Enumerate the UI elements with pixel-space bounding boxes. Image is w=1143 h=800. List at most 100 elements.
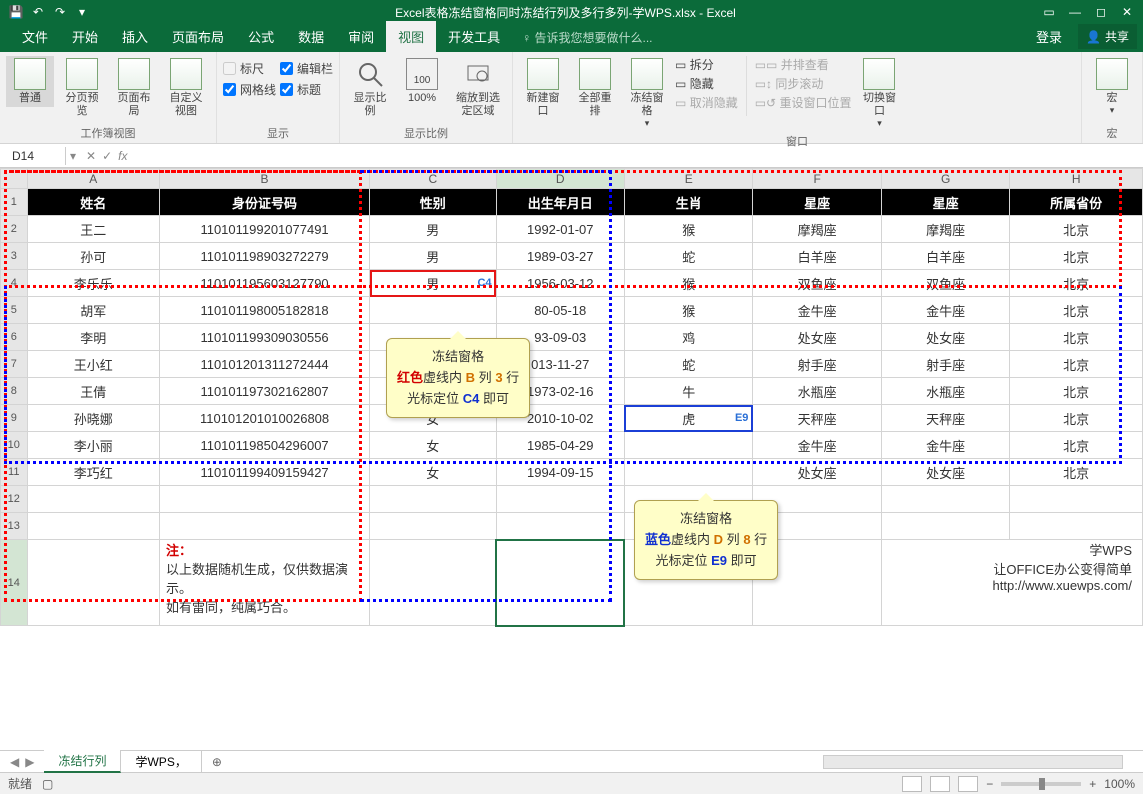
table-header-cell[interactable]: 出生年月日 — [496, 189, 624, 216]
page-layout-view-icon[interactable] — [930, 776, 950, 792]
page-layout-button[interactable]: 页面布局 — [110, 56, 158, 120]
freeze-panes-button[interactable]: 冻结窗格▾ — [623, 56, 671, 131]
cell[interactable]: 金牛座 — [881, 297, 1009, 324]
cell[interactable]: 注：以上数据随机生成，仅供数据演示。如有雷同，纯属巧合。 — [160, 540, 370, 626]
row-header[interactable]: 1 — [1, 189, 28, 216]
cell[interactable] — [881, 513, 1009, 540]
cell[interactable]: 1956-03-12 — [496, 270, 624, 297]
arrange-all-button[interactable]: 全部重排 — [571, 56, 619, 120]
cell[interactable]: 孙可 — [27, 243, 160, 270]
zoom-slider[interactable] — [1001, 782, 1081, 786]
col-header[interactable]: E — [624, 169, 752, 189]
zoom-out-icon[interactable]: − — [986, 777, 993, 791]
table-header-cell[interactable]: 星座 — [753, 189, 881, 216]
hide-button[interactable]: ▭ 隐藏 — [675, 75, 738, 92]
row-header[interactable]: 4 — [1, 270, 28, 297]
cell[interactable]: 110101199201077491 — [160, 216, 370, 243]
zoom-100-button[interactable]: 100100% — [398, 56, 446, 107]
sheet-nav-next-icon[interactable]: ▶ — [25, 755, 34, 769]
zoom-level[interactable]: 100% — [1104, 777, 1135, 791]
cell[interactable]: 北京 — [1010, 324, 1143, 351]
ribbon-options-icon[interactable]: ▭ — [1041, 5, 1057, 19]
cell[interactable]: 金牛座 — [753, 297, 881, 324]
h-scrollbar[interactable] — [823, 755, 1123, 769]
row-header[interactable]: 11 — [1, 459, 28, 486]
cell[interactable] — [27, 513, 160, 540]
sheet-nav-prev-icon[interactable]: ◀ — [10, 755, 19, 769]
ruler-checkbox[interactable]: 标尺 — [223, 60, 276, 77]
enter-icon[interactable]: ✓ — [102, 149, 112, 163]
cell[interactable]: 王二 — [27, 216, 160, 243]
col-header[interactable]: A — [27, 169, 160, 189]
share-button[interactable]: 👤共享 — [1078, 24, 1137, 49]
cell[interactable]: 110101198504296007 — [160, 432, 370, 459]
switch-windows-button[interactable]: 切换窗口▾ — [855, 56, 903, 131]
qat-customize-icon[interactable]: ▾ — [74, 4, 90, 20]
cell[interactable]: 金牛座 — [881, 432, 1009, 459]
row-header[interactable]: 13 — [1, 513, 28, 540]
row-header[interactable]: 5 — [1, 297, 28, 324]
normal-view-button[interactable]: 普通 — [6, 56, 54, 107]
row-header[interactable]: 3 — [1, 243, 28, 270]
fx-icon[interactable]: fx — [118, 149, 133, 163]
cell[interactable]: 110101198903272279 — [160, 243, 370, 270]
new-window-button[interactable]: 新建窗口 — [519, 56, 567, 120]
select-all-corner[interactable] — [1, 169, 28, 189]
redo-icon[interactable]: ↷ — [52, 4, 68, 20]
cell[interactable]: 处女座 — [753, 324, 881, 351]
cell[interactable]: 牛 — [624, 378, 752, 405]
cell[interactable]: 蛇 — [624, 243, 752, 270]
cell[interactable]: 白羊座 — [881, 243, 1009, 270]
cell[interactable]: 110101199309030556 — [160, 324, 370, 351]
headings-checkbox[interactable]: 标题 — [280, 81, 333, 98]
cell[interactable]: 王倩 — [27, 378, 160, 405]
close-icon[interactable]: ✕ — [1119, 5, 1135, 19]
cell[interactable]: 北京 — [1010, 216, 1143, 243]
zoom-button[interactable]: 显示比例 — [346, 56, 394, 120]
cell[interactable]: 学WPS让OFFICE办公变得简单http://www.xuewps.com/ — [881, 540, 1142, 626]
cell[interactable] — [27, 540, 160, 626]
cell[interactable]: 1989-03-27 — [496, 243, 624, 270]
cell[interactable]: 110101199409159427 — [160, 459, 370, 486]
row-header[interactable]: 14 — [1, 540, 28, 626]
cell[interactable]: 猴 — [624, 270, 752, 297]
cell[interactable]: 男C4 — [370, 270, 496, 297]
cell[interactable]: 110101197302162807 — [160, 378, 370, 405]
cell[interactable]: 猴 — [624, 297, 752, 324]
cell[interactable]: 蛇 — [624, 351, 752, 378]
sheet-tab[interactable]: 冻结行列 — [44, 750, 121, 773]
cell[interactable]: 110101201010026808 — [160, 405, 370, 432]
cell[interactable] — [370, 297, 496, 324]
cell[interactable]: 猴 — [624, 216, 752, 243]
cell[interactable] — [624, 432, 752, 459]
reset-window-button[interactable]: ▭↺ 重设窗口位置 — [755, 94, 852, 111]
cell[interactable]: 李乐乐 — [27, 270, 160, 297]
cell[interactable]: 李巧红 — [27, 459, 160, 486]
tab-layout[interactable]: 页面布局 — [160, 21, 236, 52]
tab-formulas[interactable]: 公式 — [236, 21, 286, 52]
cell[interactable]: 双鱼座 — [881, 270, 1009, 297]
cell[interactable] — [1010, 513, 1143, 540]
cell[interactable]: 白羊座 — [753, 243, 881, 270]
cell[interactable] — [624, 459, 752, 486]
table-header-cell[interactable]: 生肖 — [624, 189, 752, 216]
macro-record-icon[interactable]: ▢ — [42, 777, 53, 791]
cell[interactable]: 金牛座 — [753, 432, 881, 459]
row-header[interactable]: 10 — [1, 432, 28, 459]
tab-insert[interactable]: 插入 — [110, 21, 160, 52]
cell[interactable]: 处女座 — [753, 459, 881, 486]
cell[interactable]: 北京 — [1010, 297, 1143, 324]
table-header-cell[interactable]: 性别 — [370, 189, 496, 216]
cell[interactable]: 天秤座 — [753, 405, 881, 432]
cell[interactable]: 1985-04-29 — [496, 432, 624, 459]
cell[interactable]: 80-05-18 — [496, 297, 624, 324]
row-header[interactable]: 8 — [1, 378, 28, 405]
row-header[interactable]: 6 — [1, 324, 28, 351]
cell[interactable]: 孙晓娜 — [27, 405, 160, 432]
zoom-in-icon[interactable]: + — [1089, 777, 1096, 791]
selected-cell[interactable] — [496, 540, 624, 626]
col-header[interactable]: G — [881, 169, 1009, 189]
login-button[interactable]: 登录 — [1024, 21, 1074, 52]
tab-view[interactable]: 视图 — [386, 21, 436, 52]
cell[interactable]: 北京 — [1010, 351, 1143, 378]
